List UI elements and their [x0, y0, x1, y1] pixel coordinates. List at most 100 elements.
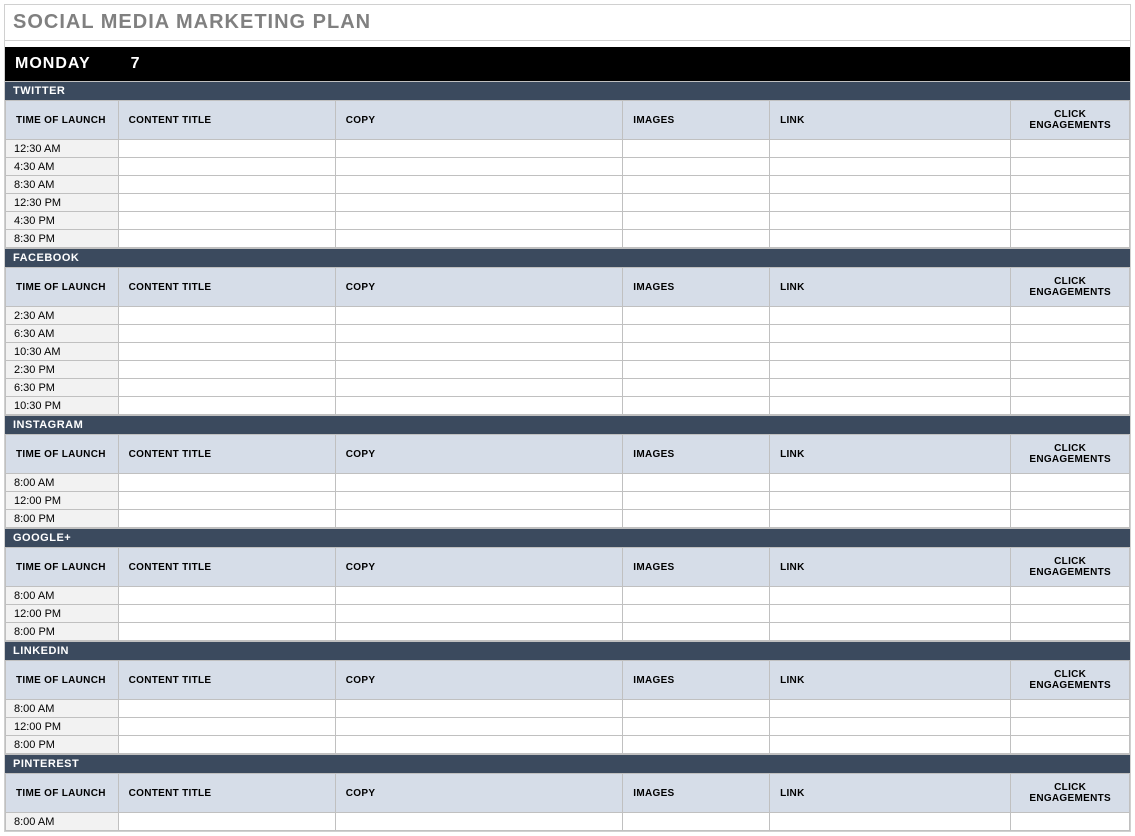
cell-time[interactable]: 12:00 PM	[6, 492, 119, 510]
cell-link[interactable]	[770, 700, 1011, 718]
cell-link[interactable]	[770, 718, 1011, 736]
cell-copy[interactable]	[335, 623, 623, 641]
cell-time[interactable]: 4:30 AM	[6, 158, 119, 176]
cell-time[interactable]: 8:00 AM	[6, 813, 119, 831]
cell-images[interactable]	[623, 361, 770, 379]
cell-time[interactable]: 10:30 PM	[6, 397, 119, 415]
cell-images[interactable]	[623, 397, 770, 415]
cell-time[interactable]: 6:30 AM	[6, 325, 119, 343]
cell-clicks[interactable]	[1011, 718, 1130, 736]
cell-content_title[interactable]	[118, 194, 335, 212]
cell-copy[interactable]	[335, 492, 623, 510]
cell-clicks[interactable]	[1011, 212, 1130, 230]
cell-content_title[interactable]	[118, 813, 335, 831]
cell-content_title[interactable]	[118, 623, 335, 641]
cell-link[interactable]	[770, 194, 1011, 212]
cell-time[interactable]: 12:30 PM	[6, 194, 119, 212]
cell-copy[interactable]	[335, 176, 623, 194]
cell-clicks[interactable]	[1011, 379, 1130, 397]
cell-images[interactable]	[623, 492, 770, 510]
cell-copy[interactable]	[335, 230, 623, 248]
cell-time[interactable]: 12:00 PM	[6, 605, 119, 623]
cell-clicks[interactable]	[1011, 230, 1130, 248]
cell-copy[interactable]	[335, 212, 623, 230]
cell-content_title[interactable]	[118, 587, 335, 605]
cell-images[interactable]	[623, 140, 770, 158]
cell-content_title[interactable]	[118, 510, 335, 528]
cell-link[interactable]	[770, 474, 1011, 492]
cell-images[interactable]	[623, 474, 770, 492]
cell-copy[interactable]	[335, 158, 623, 176]
cell-clicks[interactable]	[1011, 361, 1130, 379]
cell-clicks[interactable]	[1011, 813, 1130, 831]
cell-time[interactable]: 8:00 PM	[6, 510, 119, 528]
cell-link[interactable]	[770, 492, 1011, 510]
cell-time[interactable]: 8:00 AM	[6, 700, 119, 718]
cell-clicks[interactable]	[1011, 158, 1130, 176]
cell-copy[interactable]	[335, 587, 623, 605]
cell-time[interactable]: 8:00 AM	[6, 474, 119, 492]
cell-images[interactable]	[623, 230, 770, 248]
cell-time[interactable]: 8:30 AM	[6, 176, 119, 194]
cell-clicks[interactable]	[1011, 492, 1130, 510]
cell-images[interactable]	[623, 605, 770, 623]
cell-images[interactable]	[623, 307, 770, 325]
cell-content_title[interactable]	[118, 361, 335, 379]
cell-images[interactable]	[623, 587, 770, 605]
cell-images[interactable]	[623, 700, 770, 718]
cell-images[interactable]	[623, 325, 770, 343]
cell-link[interactable]	[770, 325, 1011, 343]
cell-images[interactable]	[623, 194, 770, 212]
cell-content_title[interactable]	[118, 140, 335, 158]
cell-copy[interactable]	[335, 700, 623, 718]
cell-clicks[interactable]	[1011, 397, 1130, 415]
cell-link[interactable]	[770, 230, 1011, 248]
cell-content_title[interactable]	[118, 474, 335, 492]
cell-copy[interactable]	[335, 140, 623, 158]
cell-images[interactable]	[623, 510, 770, 528]
cell-link[interactable]	[770, 510, 1011, 528]
cell-time[interactable]: 2:30 PM	[6, 361, 119, 379]
cell-content_title[interactable]	[118, 212, 335, 230]
cell-time[interactable]: 12:30 AM	[6, 140, 119, 158]
cell-clicks[interactable]	[1011, 176, 1130, 194]
cell-link[interactable]	[770, 158, 1011, 176]
cell-link[interactable]	[770, 397, 1011, 415]
cell-images[interactable]	[623, 176, 770, 194]
cell-copy[interactable]	[335, 325, 623, 343]
cell-content_title[interactable]	[118, 736, 335, 754]
cell-time[interactable]: 8:00 AM	[6, 587, 119, 605]
cell-content_title[interactable]	[118, 397, 335, 415]
cell-copy[interactable]	[335, 718, 623, 736]
cell-images[interactable]	[623, 623, 770, 641]
cell-clicks[interactable]	[1011, 307, 1130, 325]
cell-link[interactable]	[770, 361, 1011, 379]
cell-time[interactable]: 10:30 AM	[6, 343, 119, 361]
cell-time[interactable]: 8:00 PM	[6, 623, 119, 641]
cell-clicks[interactable]	[1011, 605, 1130, 623]
cell-link[interactable]	[770, 212, 1011, 230]
cell-copy[interactable]	[335, 307, 623, 325]
cell-clicks[interactable]	[1011, 325, 1130, 343]
cell-clicks[interactable]	[1011, 474, 1130, 492]
cell-clicks[interactable]	[1011, 736, 1130, 754]
cell-time[interactable]: 6:30 PM	[6, 379, 119, 397]
cell-clicks[interactable]	[1011, 623, 1130, 641]
cell-clicks[interactable]	[1011, 510, 1130, 528]
cell-images[interactable]	[623, 718, 770, 736]
cell-content_title[interactable]	[118, 230, 335, 248]
cell-link[interactable]	[770, 623, 1011, 641]
cell-time[interactable]: 8:30 PM	[6, 230, 119, 248]
cell-content_title[interactable]	[118, 700, 335, 718]
cell-copy[interactable]	[335, 474, 623, 492]
cell-images[interactable]	[623, 736, 770, 754]
cell-copy[interactable]	[335, 605, 623, 623]
cell-content_title[interactable]	[118, 307, 335, 325]
cell-clicks[interactable]	[1011, 140, 1130, 158]
cell-clicks[interactable]	[1011, 587, 1130, 605]
cell-images[interactable]	[623, 379, 770, 397]
cell-images[interactable]	[623, 158, 770, 176]
cell-copy[interactable]	[335, 361, 623, 379]
cell-copy[interactable]	[335, 397, 623, 415]
cell-link[interactable]	[770, 813, 1011, 831]
